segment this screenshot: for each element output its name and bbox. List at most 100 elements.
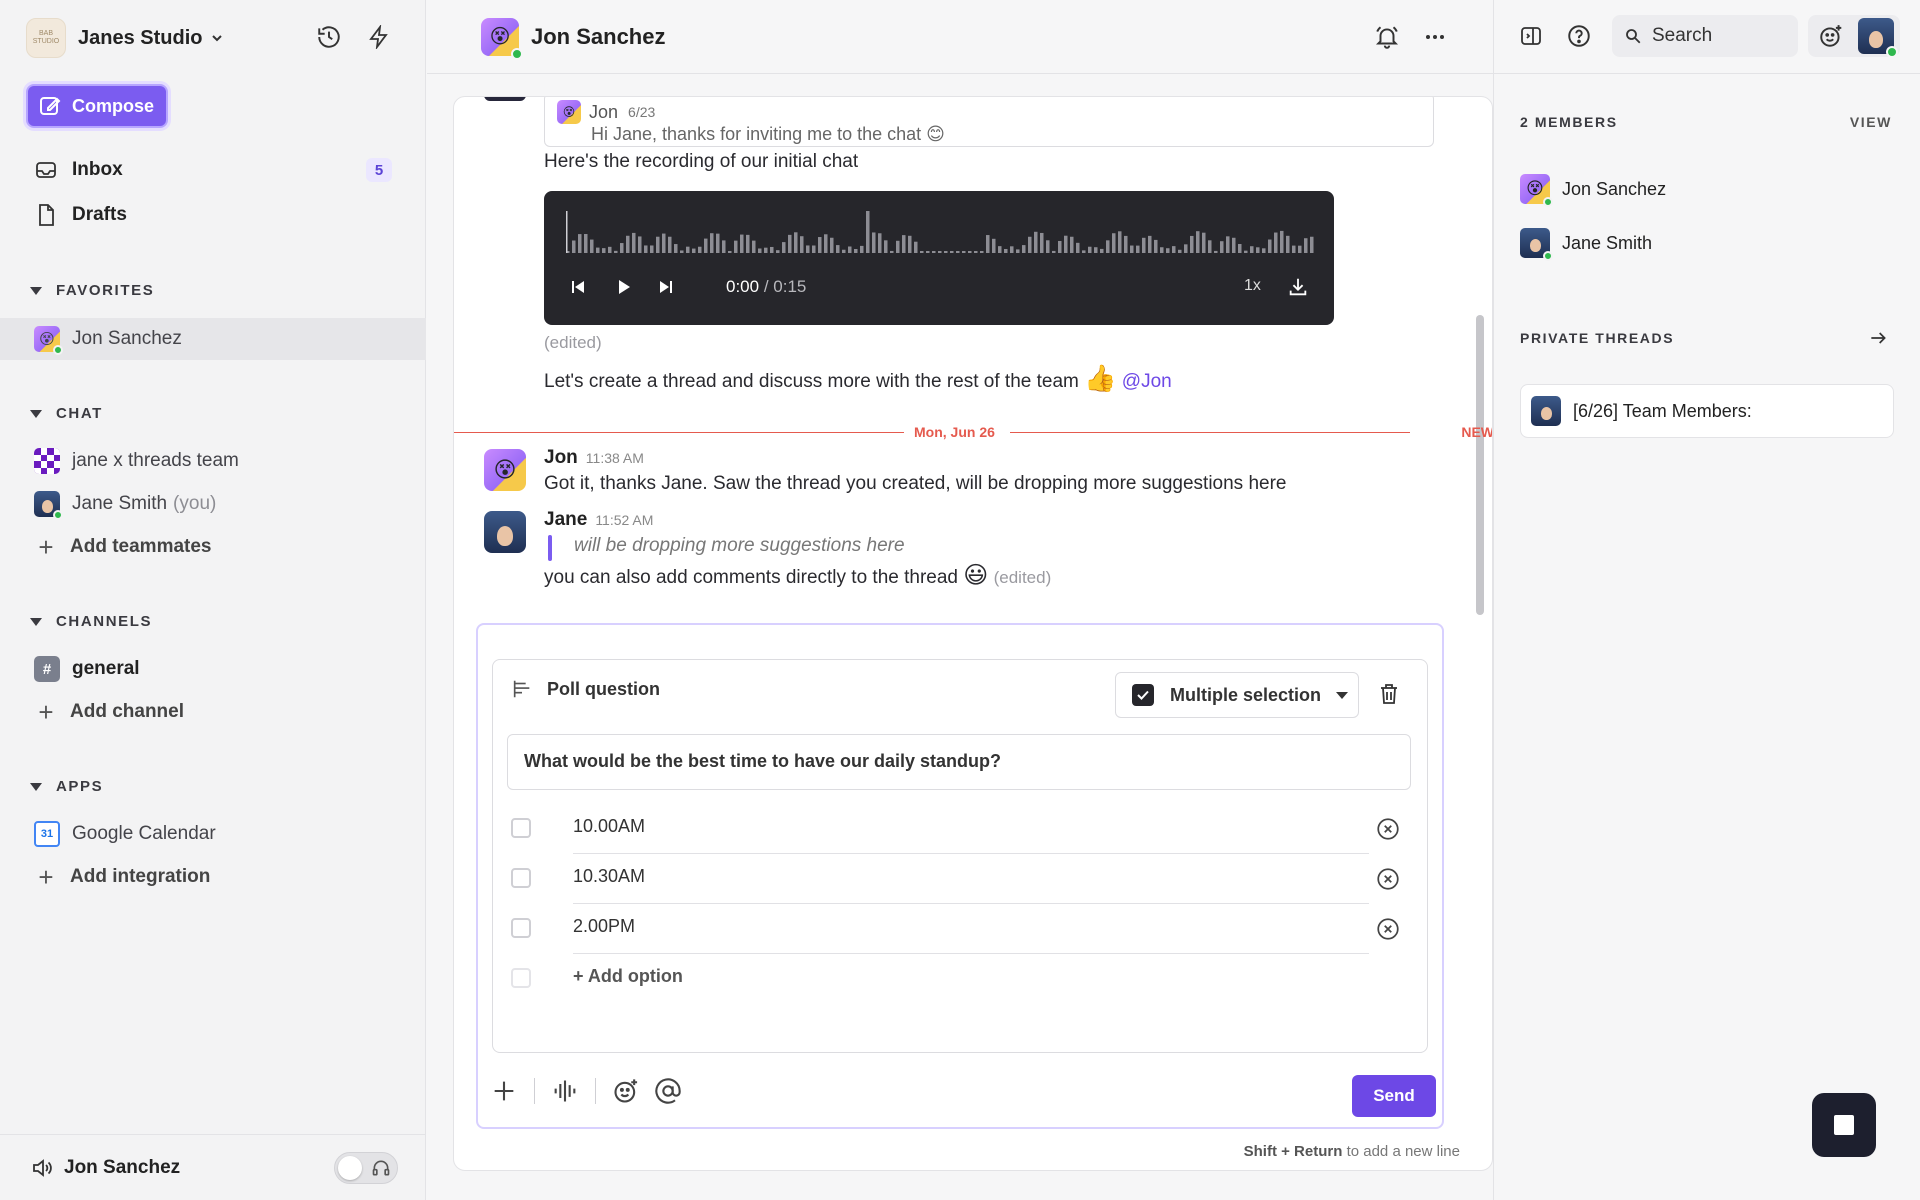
remove-option-icon[interactable] [1375, 916, 1401, 942]
online-dot [1543, 197, 1553, 207]
audio-player[interactable]: 0:00 / 0:15 1x [544, 191, 1334, 325]
option-label[interactable]: 10.30AM [573, 866, 645, 887]
sidebar-toggle-icon[interactable] [1510, 15, 1552, 57]
sidebar-item-general[interactable]: # general [0, 648, 426, 690]
option-label[interactable]: 10.00AM [573, 816, 645, 837]
waveform-bar [1052, 250, 1056, 253]
emoji-icon[interactable] [612, 1077, 640, 1105]
workspace-switcher[interactable]: BAB STUDIO Janes Studio [26, 18, 224, 58]
option-checkbox[interactable] [511, 868, 531, 888]
sidebar-item-drafts[interactable]: Drafts [0, 195, 426, 235]
stop-recording-button[interactable] [1812, 1093, 1876, 1157]
apps-section-header[interactable]: APPS [30, 778, 103, 795]
option-checkbox[interactable] [511, 818, 531, 838]
play-icon[interactable] [612, 275, 636, 299]
waveform-bar [800, 236, 804, 253]
sidebar-item-team[interactable]: jane x threads team [0, 440, 426, 482]
mention-link[interactable]: @Jon [1122, 371, 1172, 392]
add-teammates-label: Add teammates [70, 536, 212, 557]
checkbox-icon [1132, 684, 1154, 706]
thread-item[interactable]: [6/26] Team Members: [1520, 384, 1894, 438]
playback-speed[interactable]: 1x [1244, 277, 1261, 295]
waveform-bar [788, 234, 792, 253]
option-checkbox[interactable] [511, 918, 531, 938]
quoted-text: will be dropping more suggestions here [574, 535, 905, 556]
scrollbar[interactable] [1476, 315, 1484, 615]
waveform-bar [782, 242, 786, 253]
huddle-toggle[interactable] [334, 1151, 398, 1184]
arrow-right-icon[interactable] [1868, 328, 1888, 348]
add-teammates-button[interactable]: + Add teammates [0, 526, 426, 568]
selection-mode-dropdown[interactable]: Multiple selection [1115, 672, 1359, 718]
online-dot [511, 47, 523, 60]
collapse-triangle-icon [30, 782, 42, 791]
channels-section-header[interactable]: CHANNELS [30, 613, 152, 630]
waveform-bar [1268, 239, 1272, 253]
sidebar-item-jon-sanchez[interactable]: 😵 Jon Sanchez [0, 318, 426, 360]
member-item[interactable]: 😵 Jon Sanchez [1520, 174, 1666, 207]
history-icon[interactable] [314, 22, 344, 52]
waveform-bar [1004, 248, 1008, 253]
add-channel-button[interactable]: + Add channel [0, 691, 426, 733]
user-avatar[interactable] [1858, 18, 1898, 58]
waveform-bar [860, 245, 864, 253]
sidebar-item-jane-smith[interactable]: Jane Smith (you) [0, 483, 426, 525]
waveform-bar [914, 241, 918, 253]
download-icon[interactable] [1286, 275, 1310, 299]
poll-option[interactable]: 2.00PM [511, 904, 1411, 954]
prev-icon[interactable] [566, 275, 590, 299]
left-sidebar: BAB STUDIO Janes Studio Compose Inbox 5 D… [0, 0, 426, 1200]
waveform-bar [848, 246, 852, 253]
conversation-title: Jon Sanchez [531, 23, 666, 49]
quoted-message[interactable]: 😵 Jon 6/23 Hi Jane, thanks for inviting … [544, 97, 1434, 147]
view-members-link[interactable]: VIEW [1850, 114, 1892, 130]
help-icon[interactable] [1558, 15, 1600, 57]
send-button[interactable]: Send [1352, 1075, 1436, 1117]
favorites-section-header[interactable]: FAVORITES [30, 282, 154, 299]
waveform-bar [1286, 235, 1290, 253]
waveform-bar [1304, 238, 1308, 253]
bolt-icon[interactable] [364, 22, 394, 52]
composer-hint: Shift + Return to add a new line [1243, 1143, 1460, 1160]
waveform-bar [1172, 246, 1176, 253]
waveform-bar [1190, 235, 1194, 253]
remove-option-icon[interactable] [1375, 866, 1401, 892]
poll-option[interactable]: 10.30AM [511, 854, 1411, 904]
waveform-bar [770, 246, 774, 253]
message-composer[interactable]: Poll question Multiple selection What wo… [476, 623, 1444, 1129]
speaker-icon[interactable] [30, 1156, 54, 1180]
trash-icon[interactable] [1377, 682, 1401, 711]
poll-option[interactable]: 10.00AM [511, 804, 1411, 854]
plus-icon[interactable] [490, 1077, 518, 1105]
waveform-bar [704, 238, 708, 253]
next-icon[interactable] [654, 275, 678, 299]
right-panel-header: Search [1494, 0, 1920, 74]
waveform-bar [818, 237, 822, 253]
waveform-bar [632, 232, 636, 253]
waveform-bar [1022, 245, 1026, 253]
sidebar-item-google-calendar[interactable]: 31 Google Calendar [0, 813, 426, 855]
avatar [34, 491, 63, 520]
poll-question-input[interactable]: What would be the best time to have our … [507, 734, 1411, 790]
remove-option-icon[interactable] [1375, 816, 1401, 842]
compose-button[interactable]: Compose [26, 84, 168, 128]
search-input[interactable]: Search [1612, 15, 1798, 57]
audio-waveform[interactable] [566, 205, 1316, 255]
quote-bar [548, 535, 552, 561]
mention-icon[interactable] [654, 1077, 682, 1105]
more-icon[interactable] [1419, 21, 1451, 53]
member-item[interactable]: Jane Smith [1520, 228, 1652, 261]
add-integration-button[interactable]: + Add integration [0, 856, 426, 898]
waveform-bar [1118, 231, 1122, 253]
audio-icon[interactable] [551, 1077, 579, 1105]
add-emoji-icon[interactable] [1810, 15, 1852, 57]
add-option-button[interactable]: + Add option [511, 954, 1411, 1004]
sidebar-item-inbox[interactable]: Inbox 5 [0, 150, 426, 190]
waveform-bar [722, 240, 726, 253]
poll-icon [513, 680, 530, 698]
chat-section-header[interactable]: CHAT [30, 405, 103, 422]
bell-icon[interactable] [1371, 21, 1403, 53]
chevron-down-icon [212, 35, 223, 42]
option-label[interactable]: 2.00PM [573, 916, 635, 937]
waveform-bar [1184, 244, 1188, 253]
